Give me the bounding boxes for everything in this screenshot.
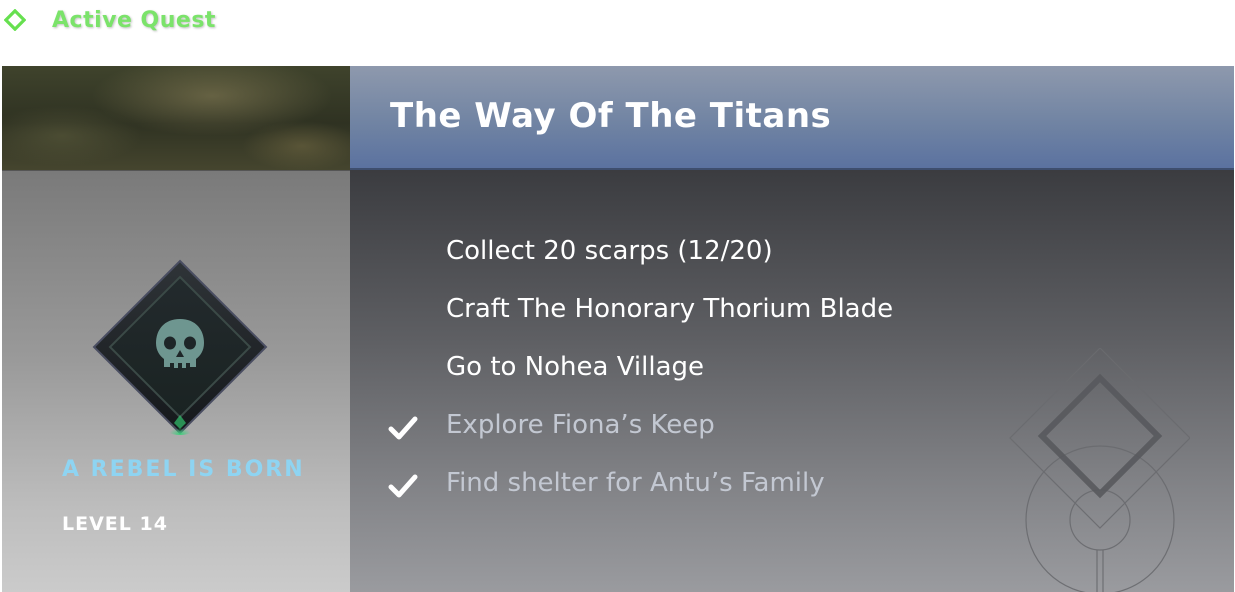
quest-info-panel: A REBEL IS BORN LEVEL 14 — [2, 170, 350, 592]
objective-item-completed: Explore Fiona’s Keep — [350, 406, 1234, 464]
objectives-list: Collect 20 scarps (12/20) Craft The Hono… — [350, 232, 1234, 522]
objective-text: Craft The Honorary Thorium Blade — [446, 294, 894, 324]
objective-text: Explore Fiona’s Keep — [446, 410, 715, 440]
quest-card[interactable]: The Way Of The Titans A REBEL IS BORN LE… — [2, 66, 1234, 592]
objective-item-completed: Find shelter for Antu’s Family — [350, 464, 1234, 522]
quest-title: The Way Of The Titans — [390, 96, 832, 136]
objective-item: Collect 20 scarps (12/20) — [350, 232, 1234, 290]
active-quest-label: Active Quest — [52, 8, 216, 33]
quest-name: A REBEL IS BORN — [62, 457, 305, 482]
checkmark-icon — [388, 416, 418, 440]
objective-item: Craft The Honorary Thorium Blade — [350, 290, 1234, 348]
quest-screen: Active Quest The Way Of The Titans A REB… — [0, 0, 1235, 592]
objective-text: Collect 20 scarps (12/20) — [446, 236, 773, 266]
quest-level: LEVEL 14 — [62, 513, 168, 535]
objective-text: Go to Nohea Village — [446, 352, 705, 382]
checkmark-icon — [388, 474, 418, 498]
objective-item: Go to Nohea Village — [350, 348, 1234, 406]
diamond-outline-icon — [4, 9, 26, 31]
quest-art-banner — [2, 66, 350, 170]
quest-title-bar: The Way Of The Titans — [350, 66, 1234, 170]
skull-badge-icon — [92, 259, 268, 435]
objective-text: Find shelter for Antu’s Family — [446, 468, 825, 498]
objectives-panel: Collect 20 scarps (12/20) Craft The Hono… — [350, 170, 1234, 592]
